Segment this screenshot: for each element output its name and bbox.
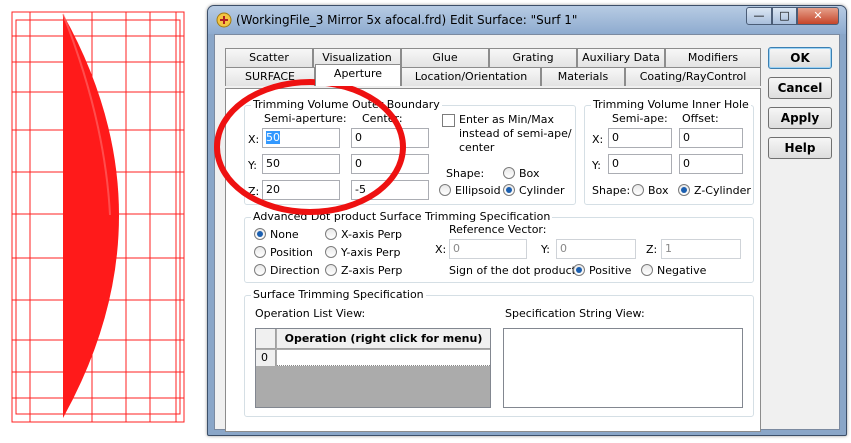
help-button[interactable]: Help [768, 137, 832, 159]
dot-yaxis-perp-radio[interactable] [325, 246, 337, 258]
inner-x-semi-input[interactable]: 0 [608, 128, 672, 148]
inner-shape-zcylinder-label: Z-Cylinder [694, 184, 751, 197]
3d-view-panel[interactable] [0, 0, 200, 440]
dot-xaxis-perp-label: X-axis Perp [341, 228, 403, 241]
inner-y-offset-input[interactable]: 0 [679, 154, 743, 174]
inner-x-label: X: [592, 133, 604, 146]
ok-button[interactable]: OK [768, 47, 832, 69]
ref-z-input[interactable]: 1 [661, 239, 741, 259]
dot-direction-label: Direction [270, 264, 320, 277]
tab-scatter[interactable]: Scatter [225, 48, 313, 67]
minimize-icon: — [753, 9, 765, 22]
operation-list-grid[interactable]: Operation (right click for menu) 0 [255, 328, 491, 408]
ref-x-label: X: [435, 243, 447, 256]
dot-product-group: Advanced Dot product Surface Trimming Sp… [244, 210, 754, 283]
inner-y-semi-input[interactable]: 0 [608, 154, 672, 174]
inner-y-label: Y: [592, 159, 601, 172]
dot-yaxis-perp-label: Y-axis Perp [341, 246, 401, 259]
dot-positive-radio[interactable] [573, 264, 585, 276]
cancel-button[interactable]: Cancel [768, 77, 832, 99]
specification-string-label: Specification String View: [505, 307, 645, 320]
dot-position-label: Position [270, 246, 313, 259]
dot-direction-radio[interactable] [254, 264, 266, 276]
app-icon [216, 12, 232, 28]
inner-shape-box-radio[interactable] [632, 184, 644, 196]
minmax-line2: instead of semi-ape/ [459, 127, 572, 140]
reference-vector-label: Reference Vector: [449, 223, 547, 236]
inner-x-offset-input[interactable]: 0 [679, 128, 743, 148]
dot-none-radio[interactable] [254, 228, 266, 240]
window-title: (WorkingFile_3 Mirror 5x afocal.frd) Edi… [236, 13, 578, 27]
dot-zaxis-perp-radio[interactable] [325, 264, 337, 276]
apply-button[interactable]: Apply [768, 107, 832, 129]
tab-location-orientation[interactable]: Location/Orientation [401, 67, 541, 86]
inner-shape-box-label: Box [648, 184, 669, 197]
tab-modifiers[interactable]: Modifiers [665, 48, 761, 67]
outer-shape-ellipsoid-radio[interactable] [439, 184, 451, 196]
operation-list-label: Operation List View: [255, 307, 366, 320]
grid-row-header[interactable]: 0 [256, 350, 276, 366]
dot-position-radio[interactable] [254, 246, 266, 258]
tab-coating-raycontrol[interactable]: Coating/RayControl [625, 67, 761, 86]
enter-min-max-checkbox[interactable] [442, 114, 455, 127]
inner-hole-group: Trimming Volume Inner Hole Semi-ape: Off… [584, 98, 754, 205]
tab-grating[interactable]: Grating [489, 48, 577, 67]
dot-negative-label: Negative [657, 264, 707, 277]
outer-shape-box-radio[interactable] [503, 167, 515, 179]
outer-shape-cylinder-label: Cylinder [519, 184, 565, 197]
close-button[interactable]: ✕ [797, 7, 839, 25]
minmax-line3: center [459, 141, 495, 154]
surface-trimming-title: Surface Trimming Specification [251, 288, 426, 301]
dot-negative-radio[interactable] [641, 264, 653, 276]
tab-materials[interactable]: Materials [541, 67, 625, 86]
inner-offset-label: Offset: [682, 112, 719, 125]
ref-y-input[interactable]: 0 [556, 239, 636, 259]
dot-sign-label: Sign of the dot product: [449, 264, 580, 277]
inner-hole-title: Trimming Volume Inner Hole [591, 98, 751, 111]
tab-aperture[interactable]: Aperture [315, 64, 401, 86]
maximize-icon: □ [779, 9, 790, 22]
dot-xaxis-perp-radio[interactable] [325, 228, 337, 240]
edit-surface-dialog: (WorkingFile_3 Mirror 5x afocal.frd) Edi… [207, 5, 847, 436]
outer-shape-ellipsoid-label: Ellipsoid [455, 184, 501, 197]
dot-positive-label: Positive [589, 264, 632, 277]
inner-semi-label: Semi-ape: [612, 112, 668, 125]
minmax-line1: Enter as Min/Max [459, 113, 554, 126]
annotation-circle [214, 79, 406, 215]
tab-glue[interactable]: Glue [401, 48, 489, 67]
lens-wireframe-graphic [11, 11, 185, 423]
minimize-button[interactable]: — [746, 7, 772, 25]
specification-string-view[interactable] [503, 328, 743, 408]
tab-auxiliary-data[interactable]: Auxiliary Data [577, 48, 665, 67]
ref-x-input[interactable]: 0 [449, 239, 527, 259]
grid-corner [256, 329, 276, 349]
outer-shape-cylinder-radio[interactable] [503, 184, 515, 196]
inner-shape-zcylinder-radio[interactable] [678, 184, 690, 196]
ref-y-label: Y: [541, 243, 550, 256]
operation-column-header[interactable]: Operation (right click for menu) [277, 329, 490, 349]
dot-none-label: None [270, 228, 299, 241]
close-icon: ✕ [813, 9, 823, 22]
maximize-button[interactable]: □ [772, 7, 797, 25]
outer-shape-label: Shape: [446, 167, 485, 180]
inner-shape-label: Shape: [592, 184, 631, 197]
ref-z-label: Z: [646, 243, 658, 256]
title-bar[interactable]: (WorkingFile_3 Mirror 5x afocal.frd) Edi… [208, 6, 846, 34]
surface-trimming-group: Surface Trimming Specification Operation… [244, 288, 754, 417]
outer-shape-box-label: Box [519, 167, 540, 180]
dot-zaxis-perp-label: Z-axis Perp [341, 264, 403, 277]
table-row[interactable] [277, 350, 490, 366]
